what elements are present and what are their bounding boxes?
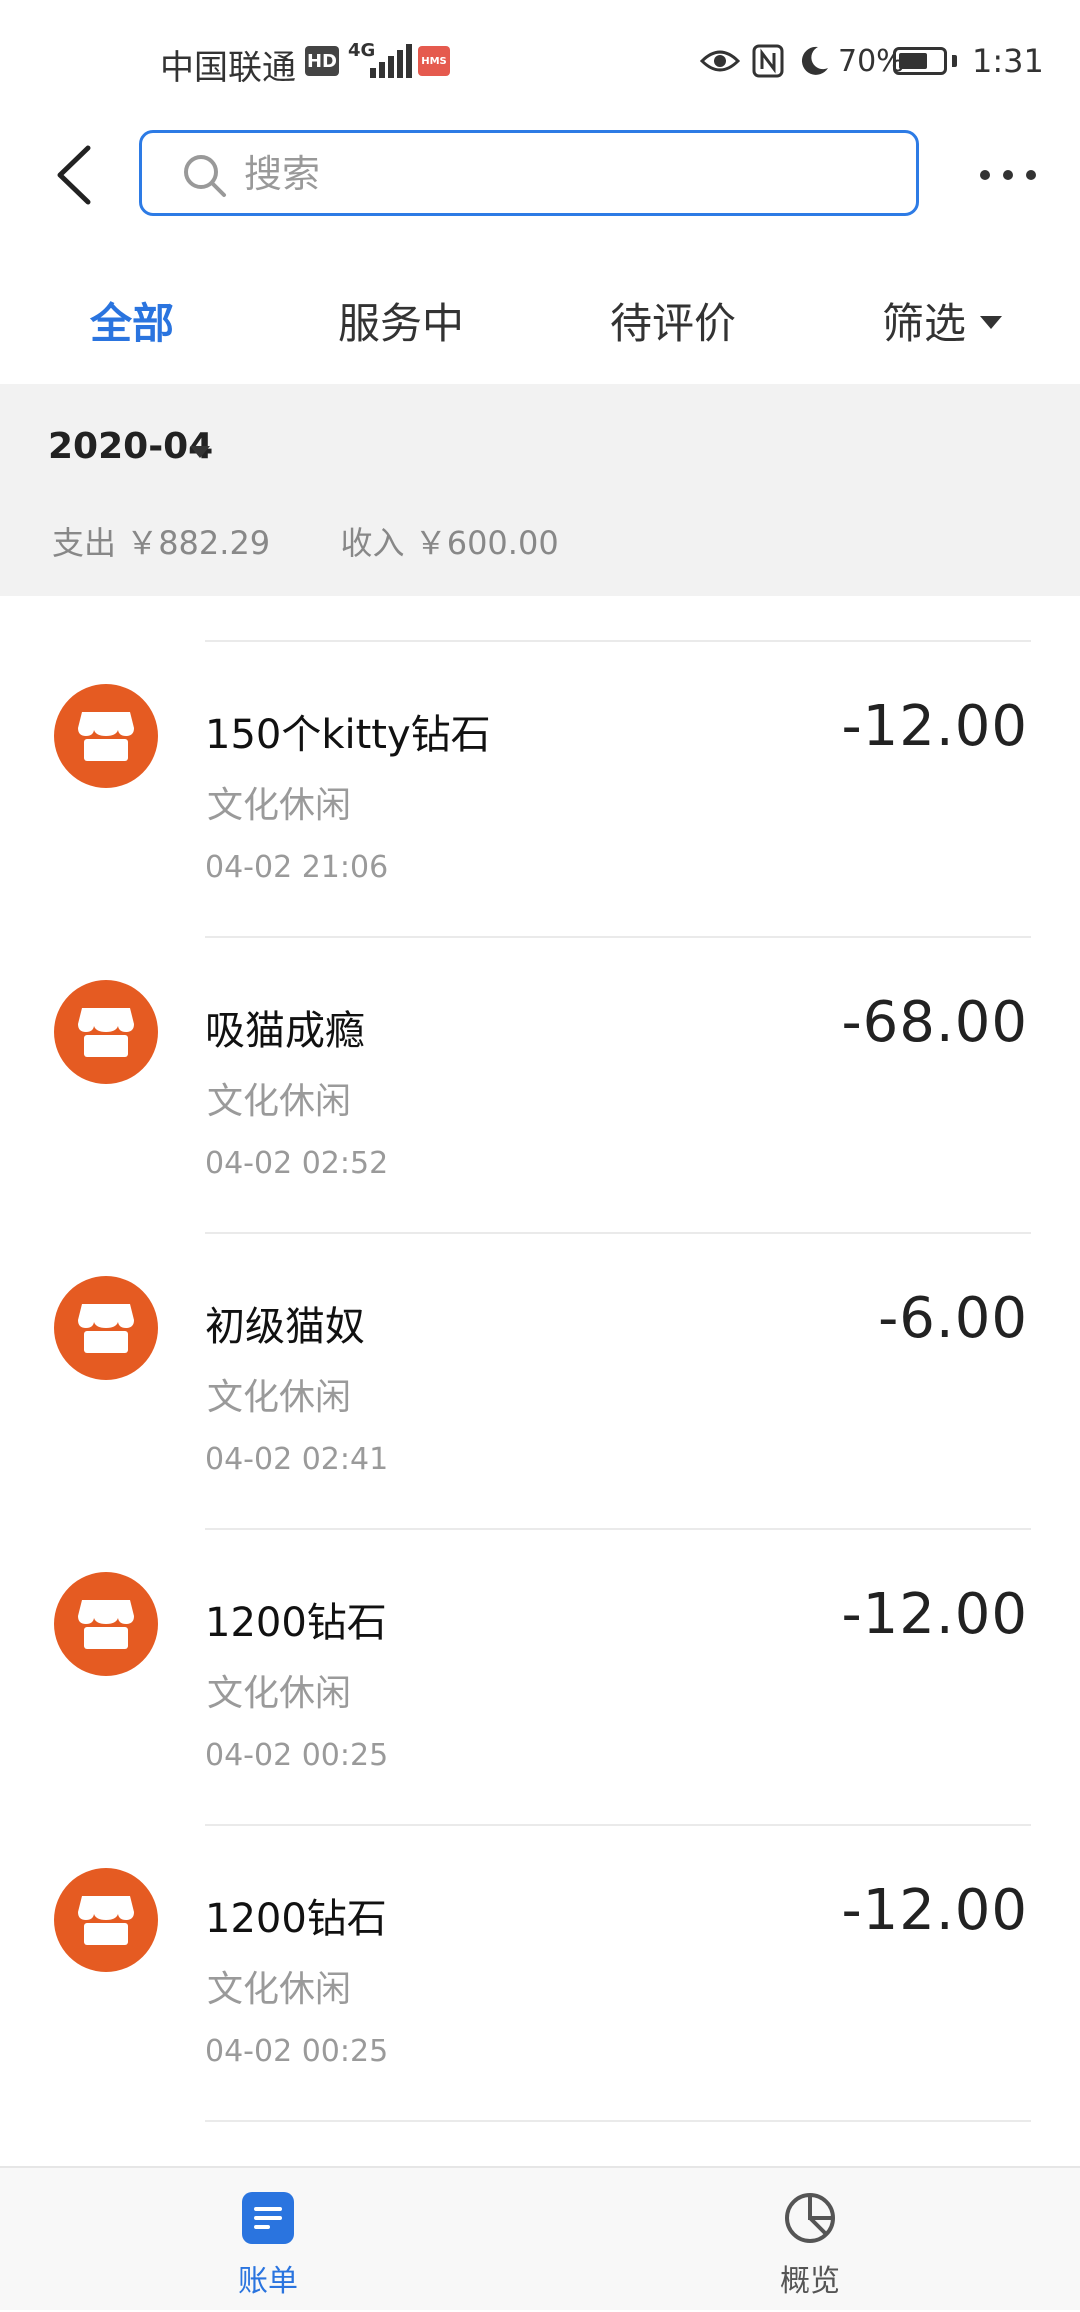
search-bar[interactable] [139, 130, 919, 216]
transaction-time: 04-02 02:52 [205, 1146, 389, 1181]
transaction-time: 04-02 00:25 [205, 2034, 389, 2069]
filter-label: 筛选 [882, 299, 967, 348]
nav-overview[interactable]: 概览 [710, 2168, 910, 2312]
nav-bill-label: 账单 [238, 2264, 298, 2299]
merchant-logo-icon [54, 1572, 158, 1676]
caret-down-icon[interactable] [190, 446, 210, 458]
transaction-title: 初级猫奴 [205, 1304, 365, 1350]
merchant-logo-icon [54, 1276, 158, 1380]
transaction-category: 文化休闲 [207, 1673, 352, 1714]
merchant-logo-icon [54, 980, 158, 1084]
transaction-item[interactable]: 1200钻石 文化休闲 04-02 00:25 -12.00 [0, 1530, 1080, 1826]
status-bar: 中国联通 HD 4G HMS 70% 1:31 [0, 0, 1080, 120]
search-icon [184, 155, 226, 197]
search-input[interactable] [242, 145, 866, 203]
carrier-name: 中国联通 [160, 48, 296, 88]
tab-to-review[interactable]: 待评价 [610, 290, 736, 351]
transaction-time: 04-02 21:06 [205, 850, 389, 885]
bill-icon [242, 2192, 294, 2244]
nfc-icon [752, 44, 784, 78]
transaction-time: 04-02 02:41 [205, 1442, 389, 1477]
transaction-category: 文化休闲 [207, 1969, 352, 2010]
transaction-item[interactable]: 1200钻石 文化休闲 04-02 00:25 -12.00 [0, 1826, 1080, 2122]
clock: 1:31 [972, 42, 1044, 80]
hd-badge: HD [305, 46, 339, 76]
filter-tabs: 全部 服务中 待评价 筛选 [0, 270, 1080, 380]
merchant-logo-icon [54, 1868, 158, 1972]
tab-filter[interactable]: 筛选 [882, 290, 1003, 351]
signal-icon [370, 44, 412, 78]
transaction-item[interactable]: 吸猫成瘾 文化休闲 04-02 02:52 -68.00 [0, 938, 1080, 1234]
eye-icon [700, 50, 740, 72]
income-label: 收入 [340, 524, 405, 562]
transaction-amount: -6.00 [878, 1286, 1028, 1351]
transaction-item[interactable]: 初级猫奴 文化休闲 04-02 02:41 -6.00 [0, 1234, 1080, 1530]
tab-in-service[interactable]: 服务中 [338, 290, 464, 351]
more-options-icon[interactable] [980, 160, 1036, 190]
month-selector[interactable]: 2020-04 [48, 426, 213, 467]
transaction-category: 文化休闲 [207, 785, 352, 826]
tab-all[interactable]: 全部 [90, 290, 174, 351]
caret-down-icon [980, 316, 1003, 329]
transaction-amount: -12.00 [841, 694, 1028, 759]
transaction-amount: -12.00 [841, 1582, 1028, 1647]
hms-badge: HMS [418, 46, 450, 76]
back-arrow-icon[interactable] [50, 140, 100, 210]
bottom-nav: 账单 概览 [0, 2166, 1080, 2310]
divider [205, 2120, 1031, 2122]
month-totals: 支出 ￥882.29 收入 ￥600.00 [52, 518, 559, 564]
pie-chart-icon [785, 2193, 835, 2243]
transaction-title: 吸猫成瘾 [205, 1008, 365, 1054]
month-summary: 2020-04 支出 ￥882.29 收入 ￥600.00 [0, 384, 1080, 596]
income-value: ￥600.00 [414, 524, 559, 562]
transaction-title: 150个kitty钻石 [205, 712, 491, 758]
nav-overview-label: 概览 [780, 2264, 840, 2299]
transaction-title: 1200钻石 [205, 1896, 387, 1942]
transaction-amount: -12.00 [841, 1878, 1028, 1943]
merchant-logo-icon [54, 684, 158, 788]
battery-icon [893, 47, 947, 75]
expense-value: ￥882.29 [126, 524, 271, 562]
transaction-item[interactable]: 150个kitty钻石 文化休闲 04-02 21:06 -12.00 [0, 642, 1080, 938]
transaction-amount: -68.00 [841, 990, 1028, 1055]
transaction-category: 文化休闲 [207, 1377, 352, 1418]
expense-label: 支出 [52, 524, 117, 562]
moon-icon [801, 46, 828, 75]
transaction-time: 04-02 00:25 [205, 1738, 389, 1773]
transaction-title: 1200钻石 [205, 1600, 387, 1646]
transaction-category: 文化休闲 [207, 1081, 352, 1122]
nav-bill[interactable]: 账单 [168, 2168, 368, 2312]
